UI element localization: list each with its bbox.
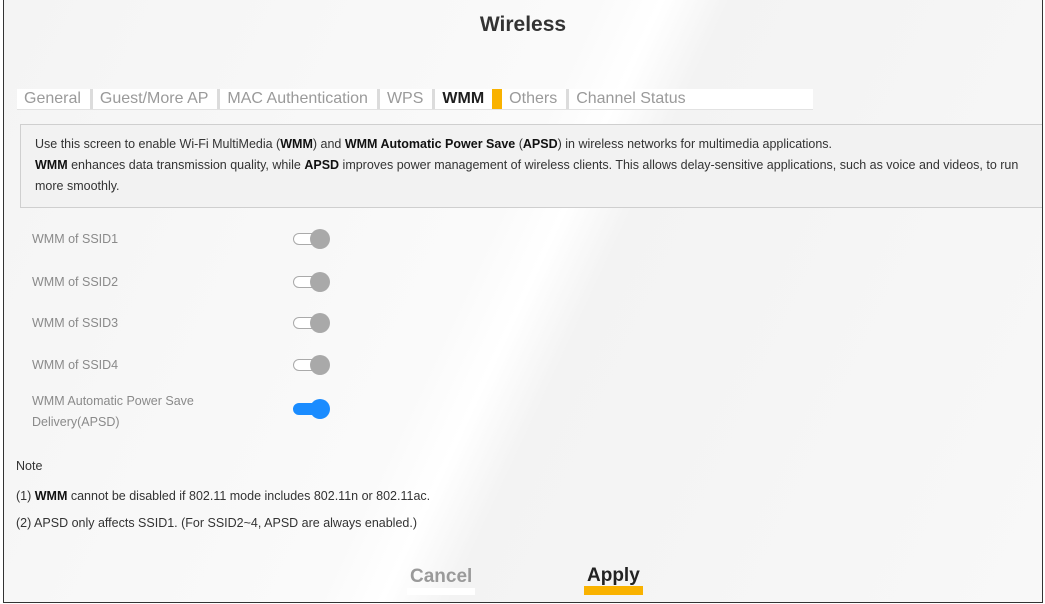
tab-bar: General Guest/More AP MAC Authentication… — [17, 89, 813, 110]
wmm-ssid1-label: WMM of SSID1 — [32, 232, 119, 246]
tab-guest-more-ap[interactable]: Guest/More AP — [93, 89, 221, 109]
wmm-ssid2-toggle — [293, 272, 331, 292]
tab-channel-status[interactable]: Channel Status — [569, 89, 694, 109]
desc-bold: APSD — [304, 158, 340, 172]
note-heading: Note — [16, 459, 43, 473]
note-text: (1) — [16, 489, 35, 503]
wmm-ssid4-toggle — [293, 355, 331, 375]
description-box: Use this screen to enable Wi-Fi MultiMed… — [20, 124, 1042, 208]
tab-mac-authentication[interactable]: MAC Authentication — [220, 89, 380, 109]
tab-others[interactable]: Others — [502, 89, 570, 109]
wmm-ssid3-label: WMM of SSID3 — [32, 316, 119, 330]
note-item-2: (2) APSD only affects SSID1. (For SSID2~… — [16, 516, 417, 530]
page-title: Wireless — [479, 13, 567, 36]
wmm-ssid3-toggle — [293, 313, 331, 333]
wmm-ssid2-label: WMM of SSID2 — [32, 275, 119, 289]
cancel-button[interactable]: Cancel — [407, 566, 476, 595]
wmm-ssid1-toggle — [293, 229, 331, 249]
desc-bold: WMM — [280, 137, 313, 151]
note-bold: WMM — [34, 489, 68, 503]
desc-text: ) in wireless networks for multimedia ap… — [557, 137, 833, 151]
desc-text: Use this screen to enable Wi-Fi MultiMed… — [35, 137, 281, 151]
note-item-1: (1) WMM cannot be disabled if 802.11 mod… — [16, 489, 430, 503]
wmm-ssid4-label: WMM of SSID4 — [32, 358, 119, 372]
tab-wps[interactable]: WPS — [380, 89, 436, 109]
note-text: cannot be disabled if 802.11 mode includ… — [67, 489, 431, 503]
desc-bold: WMM — [35, 158, 68, 172]
tab-wmm[interactable]: WMM — [435, 89, 503, 109]
desc-text: ) and — [312, 137, 345, 151]
desc-bold: WMM Automatic Power Save — [344, 137, 516, 151]
desc-bold: APSD — [522, 137, 558, 151]
apsd-toggle[interactable] — [293, 399, 331, 419]
desc-text: enhances data transmission quality, whil… — [67, 158, 305, 172]
tab-general[interactable]: General — [17, 89, 93, 109]
apsd-label: WMM Automatic Power Save Delivery(APSD) — [32, 391, 194, 433]
apsd-label-line2: Delivery(APSD) — [32, 415, 120, 429]
apply-button[interactable]: Apply — [584, 566, 643, 595]
desc-text: ( — [515, 137, 523, 151]
wireless-wmm-panel: Wireless General Guest/More AP MAC Authe… — [3, 0, 1043, 603]
apsd-label-line1: WMM Automatic Power Save — [32, 394, 194, 408]
